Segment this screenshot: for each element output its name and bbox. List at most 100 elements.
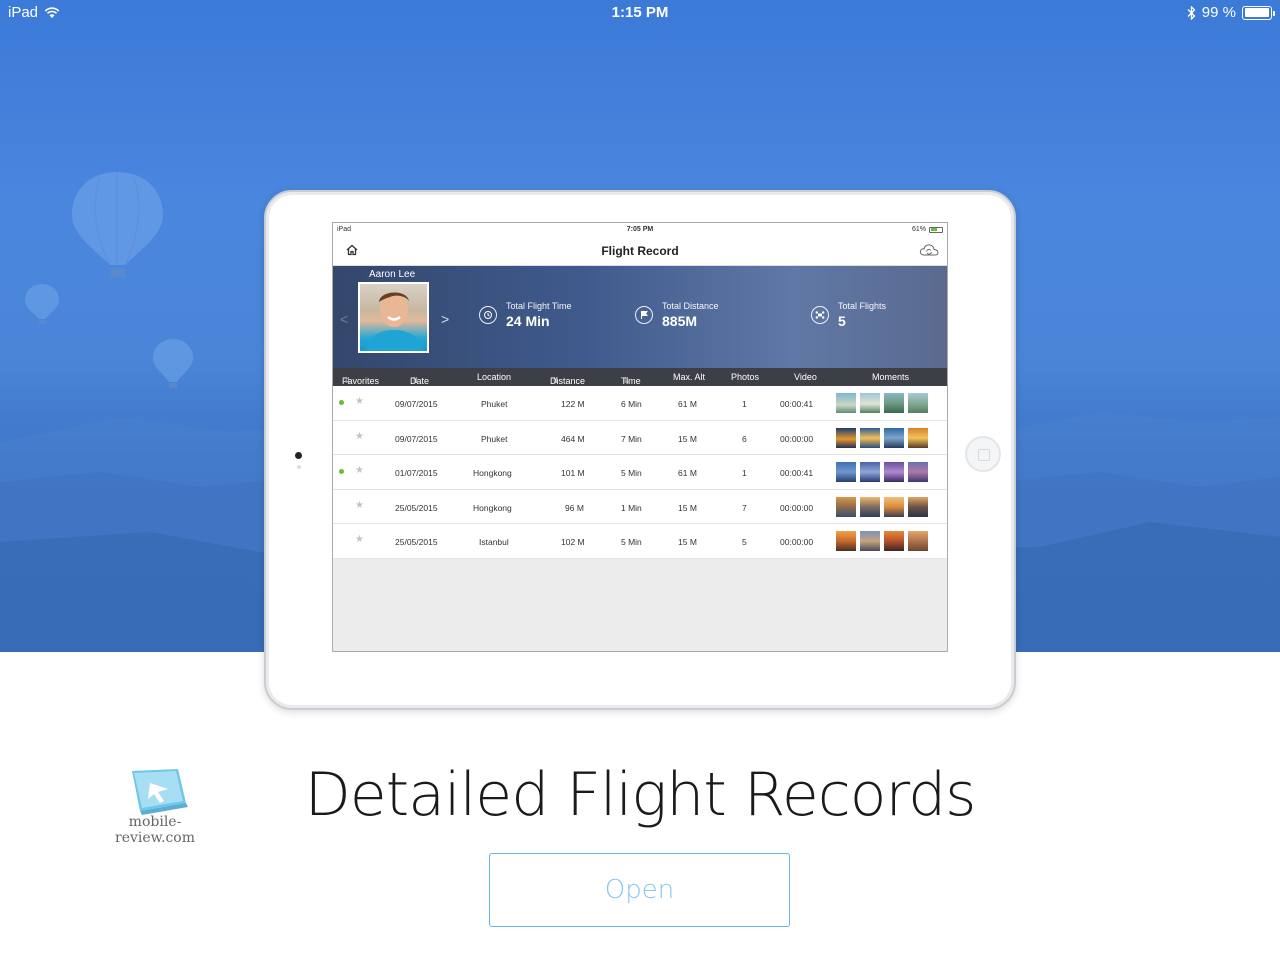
avatar-portrait <box>365 292 423 351</box>
cell-video: 00:00:00 <box>780 502 814 513</box>
moment-thumbnail[interactable] <box>908 531 928 552</box>
inner-battery-percent: 61% <box>911 226 926 233</box>
star-icon[interactable]: ★ <box>355 396 364 407</box>
app-screen: iPad 7:05 PM 61% Flight Record Aaron Lee… <box>332 222 948 652</box>
col-video: Video <box>794 372 817 382</box>
col-photos: Photos <box>731 372 760 382</box>
star-icon[interactable]: ★ <box>355 465 364 476</box>
moments-thumbnails <box>836 393 928 413</box>
cell-location: Istanbul <box>479 537 509 548</box>
col-max-alt: Max. Alt <box>673 372 706 382</box>
table-row[interactable]: ★ 09/07/2015 Phuket 122 M 6 Min 61 M 1 0… <box>333 386 947 421</box>
moment-thumbnail[interactable] <box>884 393 904 413</box>
moment-thumbnail[interactable] <box>836 393 856 413</box>
favorite-dot <box>339 469 344 475</box>
cell-date: 09/07/2015 <box>395 399 438 409</box>
moment-thumbnail[interactable] <box>860 462 880 483</box>
cell-time: 7 Min <box>621 433 642 444</box>
feature-headline: Detailed Flight Records <box>304 760 977 830</box>
star-icon[interactable]: ★ <box>355 431 364 442</box>
moment-thumbnail[interactable] <box>908 496 928 517</box>
moment-thumbnail[interactable] <box>836 462 856 483</box>
moment-thumbnail[interactable] <box>860 393 880 413</box>
battery-icon <box>1242 5 1275 20</box>
cell-alt: 15 M <box>678 502 697 513</box>
profile-header: Aaron Lee < > Total Flight Time 24 Min T… <box>333 266 947 368</box>
cell-video: 00:00:41 <box>780 399 814 409</box>
cell-date: 09/07/2015 <box>395 433 438 444</box>
col-location: Location <box>477 372 512 382</box>
cell-date: 01/07/2015 <box>395 468 438 479</box>
moment-thumbnail[interactable] <box>908 393 928 413</box>
cell-distance: 101 M <box>561 468 585 479</box>
cell-photos: 7 <box>742 502 747 513</box>
stat-value: 885M <box>662 313 698 329</box>
stat-distance: Total Distance 885M <box>635 301 719 329</box>
moment-thumbnail[interactable] <box>884 496 904 517</box>
table-row[interactable]: ★ 25/05/2015 Istanbul 102 M 5 Min 15 M 5… <box>333 524 947 559</box>
flag-icon <box>635 306 653 324</box>
moment-thumbnail[interactable] <box>860 427 880 448</box>
cell-alt: 15 M <box>678 537 697 548</box>
flight-table: ★ 09/07/2015 Phuket 122 M 6 Min 61 M 1 0… <box>333 386 947 559</box>
home-button[interactable] <box>965 436 1001 472</box>
nav-bar: Flight Record <box>333 237 947 266</box>
cloud-sync-icon[interactable] <box>919 242 939 258</box>
moments-thumbnails <box>836 531 928 552</box>
star-icon[interactable]: ★ <box>355 534 364 545</box>
sort-icon: ⇅ <box>344 376 351 385</box>
stat-flights: Total Flights 5 <box>811 301 886 329</box>
moment-thumbnail[interactable] <box>884 427 904 448</box>
cell-alt: 15 M <box>678 433 697 444</box>
star-icon[interactable]: ★ <box>355 500 364 511</box>
cell-location: Phuket <box>481 433 508 444</box>
cell-date: 25/05/2015 <box>395 502 438 513</box>
moment-thumbnail[interactable] <box>908 427 928 448</box>
moment-thumbnail[interactable] <box>836 531 856 552</box>
moment-thumbnail[interactable] <box>884 462 904 483</box>
next-arrow-icon[interactable]: > <box>441 311 449 327</box>
inner-battery-icon <box>929 226 943 233</box>
cell-location: Hongkong <box>473 502 512 513</box>
cell-location: Hongkong <box>473 468 512 479</box>
table-row[interactable]: ★ 01/07/2015 Hongkong 101 M 5 Min 61 M 1… <box>333 455 947 490</box>
cell-alt: 61 M <box>678 468 697 479</box>
os-status-bar: iPad 1:15 PM 99 % <box>0 0 1280 26</box>
moment-thumbnail[interactable] <box>836 427 856 448</box>
app-root: iPad 1:15 PM 99 % iPad 7:05 PM 61% Fligh… <box>0 0 1280 960</box>
cell-time: 6 Min <box>621 399 642 409</box>
moment-thumbnail[interactable] <box>860 496 880 517</box>
stat-label: Total Distance <box>662 301 719 311</box>
moments-thumbnails <box>836 462 928 483</box>
table-header: Favorites ⇅ Date ⇅ Location Distance ⇅ Time… <box>333 368 947 386</box>
avatar <box>358 282 429 353</box>
open-button[interactable]: Open <box>489 853 790 927</box>
cell-video: 00:00:41 <box>780 468 814 479</box>
inner-status-bar: iPad 7:05 PM 61% <box>333 223 947 237</box>
page-title: Flight Record <box>601 244 679 258</box>
inner-clock: 7:05 PM <box>626 226 654 233</box>
sort-icon: ⇅ <box>552 376 559 385</box>
cell-distance: 464 M <box>561 433 585 444</box>
table-row[interactable]: ★ 09/07/2015 Phuket 464 M 7 Min 15 M 6 0… <box>333 420 947 456</box>
cell-distance: 122 M <box>561 399 585 409</box>
cell-photos: 6 <box>742 433 747 444</box>
moments-thumbnails <box>836 496 928 517</box>
cell-time: 5 Min <box>621 537 642 548</box>
cell-alt: 61 M <box>678 399 697 409</box>
moment-thumbnail[interactable] <box>908 462 928 483</box>
table-row[interactable]: ★ 25/05/2015 Hongkong 96 M 1 Min 15 M 7 … <box>333 489 947 525</box>
moment-thumbnail[interactable] <box>836 496 856 517</box>
cell-time: 1 Min <box>621 502 642 513</box>
sensor-dot <box>297 465 301 469</box>
previous-arrow-icon[interactable]: < <box>340 311 348 327</box>
stat-value: 24 Min <box>506 313 550 329</box>
favorite-dot <box>339 400 344 405</box>
battery-percent: 99 % <box>1201 4 1236 21</box>
moment-thumbnail[interactable] <box>860 531 880 552</box>
profile-name: Aaron Lee <box>369 269 416 280</box>
moment-thumbnail[interactable] <box>884 531 904 552</box>
sort-icon: ⇅ <box>412 376 419 385</box>
cell-video: 00:00:00 <box>780 433 814 444</box>
balloon-large-icon <box>72 172 163 278</box>
